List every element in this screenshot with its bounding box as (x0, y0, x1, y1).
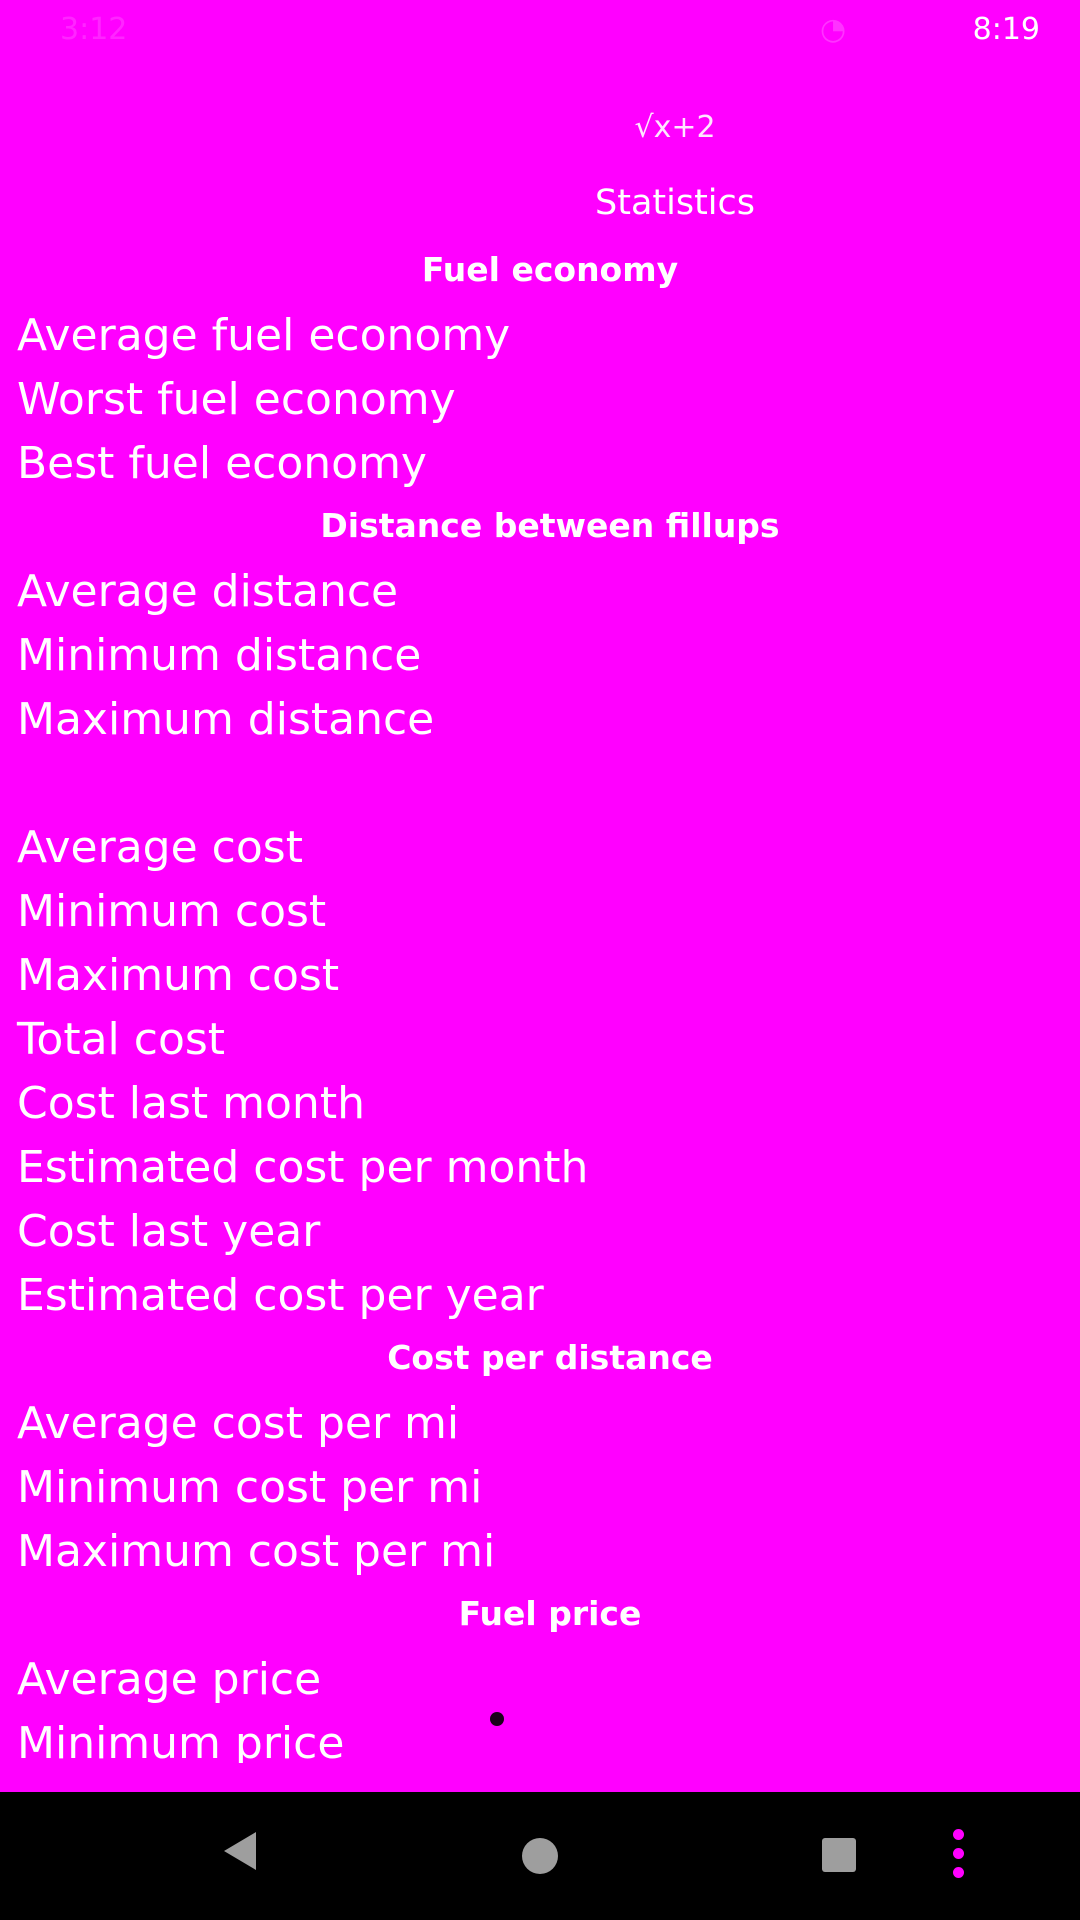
stat-minimum-distance: Minimum distance (17, 630, 422, 681)
stat-average-cost-per-mi: Average cost per mi (17, 1398, 460, 1449)
section-header-fuel-price: Fuel price (458, 1594, 642, 1633)
stat-cost-last-month: Cost last month (17, 1078, 365, 1129)
navigation-bar (0, 1792, 1080, 1920)
stat-estimated-cost-per-year: Estimated cost per year (17, 1270, 544, 1321)
home-icon[interactable] (522, 1838, 558, 1874)
stat-best-fuel-economy: Best fuel economy (17, 438, 427, 489)
section-header-cost-per-distance: Cost per distance (387, 1338, 713, 1377)
stat-minimum-cost-per-mi: Minimum cost per mi (17, 1462, 483, 1513)
scroll-indicator (490, 1712, 504, 1726)
stat-total-cost: Total cost (17, 1014, 226, 1065)
stat-maximum-distance: Maximum distance (17, 694, 435, 745)
stat-average-fuel-economy: Average fuel economy (17, 310, 511, 361)
statistics-list[interactable]: Fuel economy Average fuel economy Worst … (0, 240, 1080, 1763)
stat-minimum-price: Minimum price (17, 1718, 345, 1763)
menu-dot (953, 1848, 964, 1859)
overflow-menu-icon[interactable] (953, 1829, 965, 1885)
stat-average-price: Average price (17, 1654, 322, 1705)
wifi-icon: ◔ (820, 12, 847, 47)
recents-icon[interactable] (822, 1838, 856, 1872)
status-bar: 3:12 ◔ 8:19 (0, 0, 1080, 63)
section-header-cost (0, 752, 1080, 812)
app-title: √x+2 (634, 110, 716, 145)
stat-maximum-cost-per-mi: Maximum cost per mi (17, 1526, 496, 1577)
status-clock: 8:19 (972, 12, 1040, 47)
section-header-fuel-economy: Fuel economy (421, 250, 679, 289)
page-title: Statistics (595, 183, 755, 223)
stat-maximum-cost: Maximum cost (17, 950, 340, 1001)
stat-cost-last-year: Cost last year (17, 1206, 321, 1257)
screen: 3:12 ◔ 8:19 √x+2 Statistics Fuel economy… (0, 0, 1080, 1920)
stat-worst-fuel-economy: Worst fuel economy (17, 374, 456, 425)
menu-dot (953, 1829, 964, 1840)
stat-minimum-cost: Minimum cost (17, 886, 327, 937)
menu-dot (953, 1867, 964, 1878)
status-time: 3:12 (60, 12, 128, 47)
stat-estimated-cost-per-month: Estimated cost per month (17, 1142, 589, 1193)
back-icon[interactable] (224, 1832, 256, 1870)
stat-average-cost: Average cost (17, 822, 303, 873)
stat-average-distance: Average distance (17, 566, 399, 617)
section-header-distance: Distance between fillups (320, 506, 780, 545)
